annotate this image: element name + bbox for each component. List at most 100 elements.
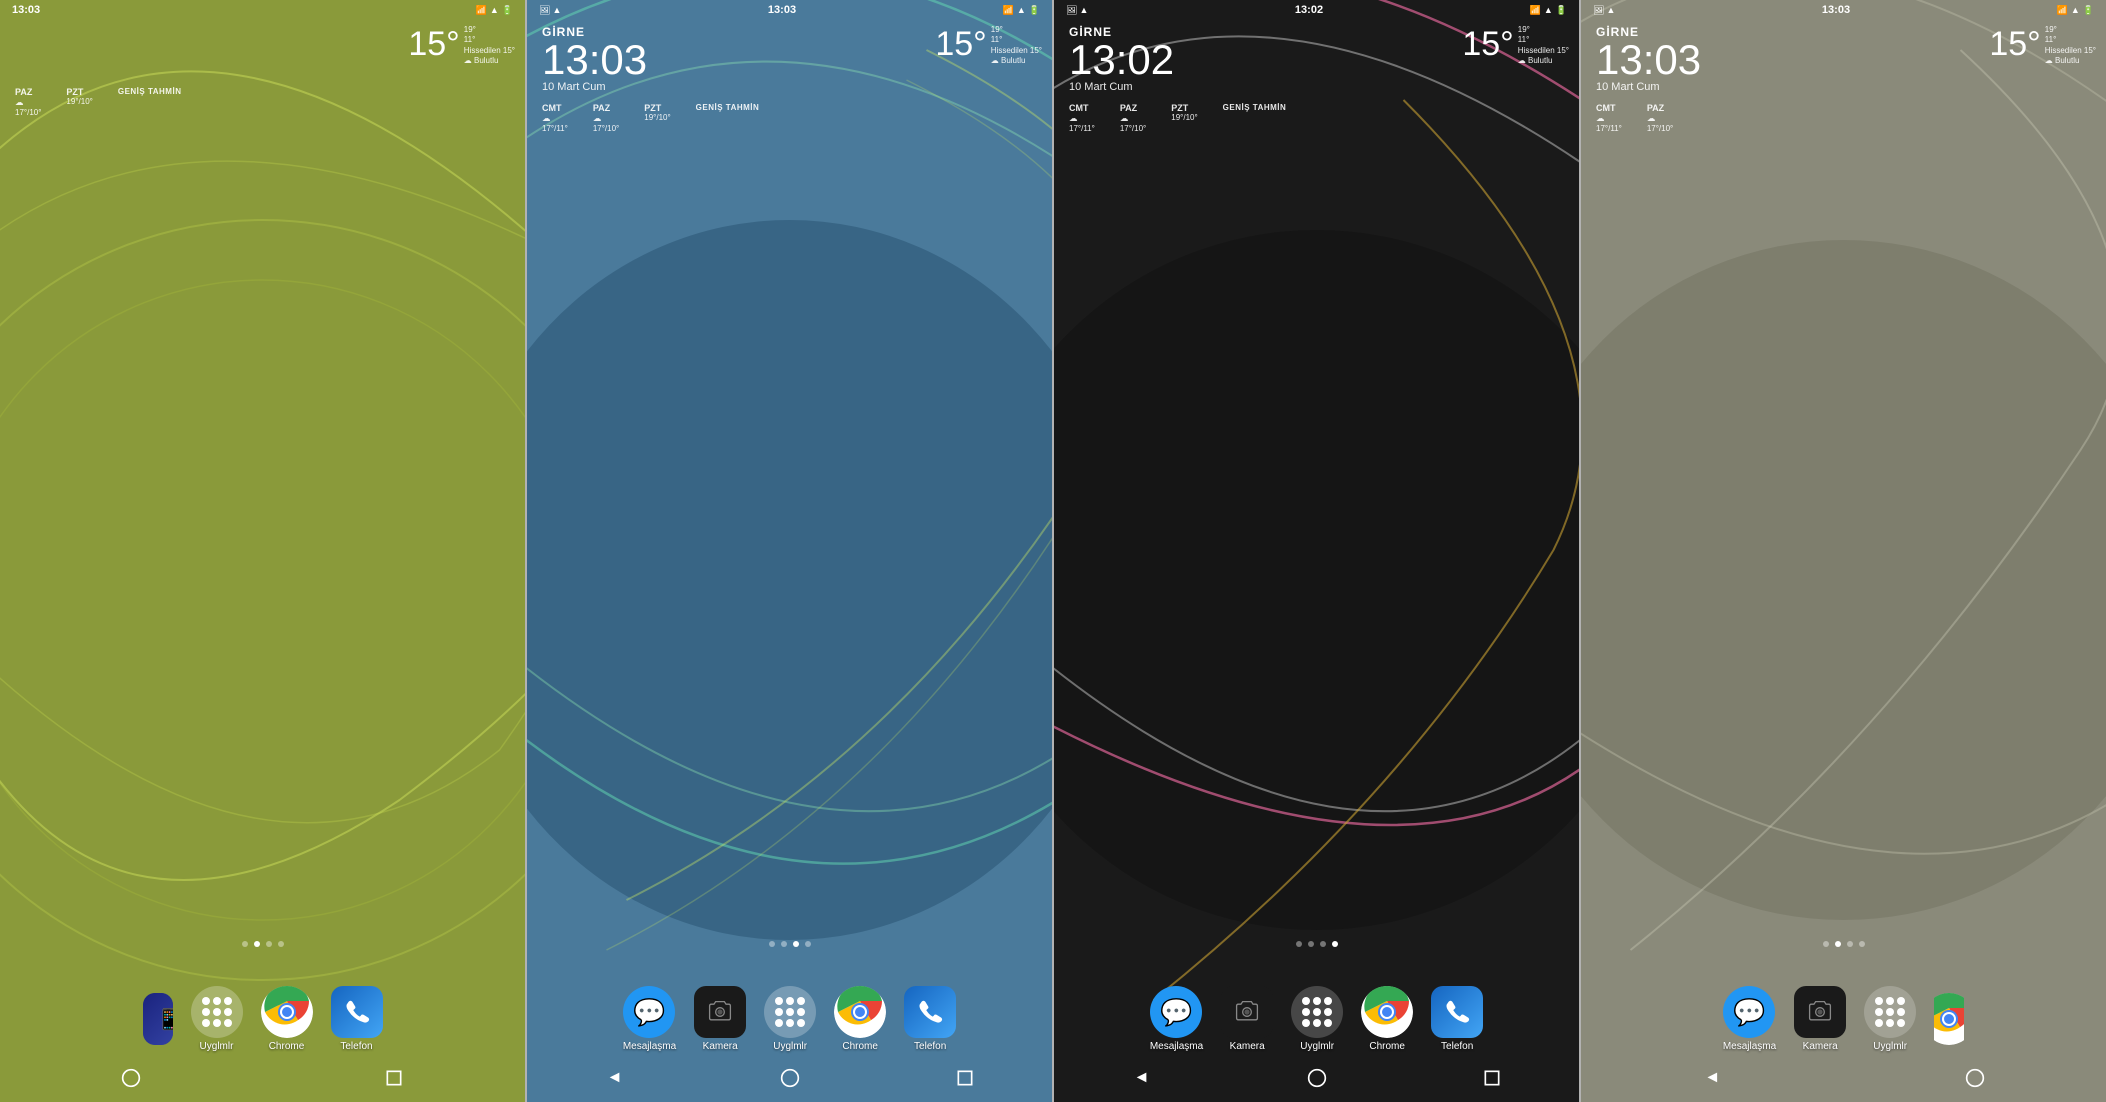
app-icon-mesaj-2[interactable]: 💬 Mesajlaşma [623,986,676,1052]
temp-big-4: 15° [1989,25,2040,64]
clock-2: 13:03 [542,39,647,81]
nav-home-2[interactable] [770,1058,810,1098]
nav-bar-2: ◄ [527,1054,1052,1102]
status-bar-2: 🖼 ▲ 13:03 📶 ▲ 🔋 [527,0,1052,20]
app-icon-uygulama-3[interactable]: Uyglmlr [1291,986,1343,1052]
app-dock-4: 💬 Mesajlaşma Kamera [1581,986,2106,1052]
status-icons-2: 📶 ▲ 🔋 [1003,5,1040,16]
uygulama-label-2: Uyglmlr [773,1041,807,1052]
app-icon-uygulama-1[interactable]: Uyglmlr [191,986,243,1052]
dot-4-3 [1847,941,1853,947]
phone-screen-1: 13:03 📶 ▲ 🔋 15° 19° 11° Hissedilen 15° ☁… [0,0,525,1102]
nav-home-4[interactable] [1955,1058,1995,1098]
telefon-label-3: Telefon [1441,1041,1473,1052]
genis-tahmin-1[interactable]: GENİŞ TAHMİN [118,87,182,117]
app-icon-telefon-2[interactable]: Telefon [904,986,956,1052]
app-dock-3: 💬 Mesajlaşma Kamera [1054,986,1579,1052]
dot-3-4 [1332,941,1338,947]
mesaj-label-4: Mesajlaşma [1723,1041,1776,1052]
nav-back-2[interactable]: ◄ [595,1058,635,1098]
page-indicators-4 [1823,941,1865,947]
nav-bar-4: ◄ [1581,1054,2106,1102]
app-icon-mesaj-4[interactable]: 💬 Mesajlaşma [1723,986,1776,1052]
dot-3-3 [1320,941,1326,947]
app-dock-1: 📱 Uyglmlr [0,986,525,1052]
chrome-label-3: Chrome [1369,1041,1405,1052]
forecast-item-1a: PAZ ☁ 17°/10° [15,87,41,117]
chrome-svg-2 [834,986,886,1038]
app-icon-telefon-1[interactable]: Telefon [331,986,383,1052]
page-indicators-2 [769,941,811,947]
nav-recents-1[interactable] [374,1058,414,1098]
forecast-item-4a: CMT ☁ 17°/11° [1596,103,1622,133]
dot-1-2 [254,941,260,947]
nav-back-3[interactable]: ◄ [1122,1058,1162,1098]
dot-4-1 [1823,941,1829,947]
signal-icon-4: ▲ [2071,5,2080,15]
dot-2-3 [793,941,799,947]
chrome-svg-4 [1934,993,1964,1045]
temp-high-3: 19° [1518,25,1569,35]
battery-icon-1: 🔋 [502,5,513,16]
dot-3-1 [1296,941,1302,947]
nav-recents-3[interactable] [1472,1058,1512,1098]
mesaj-label-2: Mesajlaşma [623,1041,676,1052]
battery-icon-4: 🔋 [2083,5,2094,16]
genis-tahmin-2[interactable]: GENİŞ TAHMİN [696,103,760,133]
nav-recents-2[interactable] [945,1058,985,1098]
forecast-item-4b: PAZ ☁ 17°/10° [1647,103,1673,133]
app-icon-kamera-2[interactable]: Kamera [694,986,746,1052]
telefon-label-1: Telefon [340,1041,372,1052]
status-time-2: 13:03 [768,4,796,16]
telefon-svg-1 [343,998,371,1026]
temp-big-1: 15° [408,25,459,64]
status-bar-4: 🖼 ▲ 13:03 📶 ▲ 🔋 [1581,0,2106,20]
dot-4-2 [1835,941,1841,947]
app-icon-partial-1[interactable]: 📱 [143,993,173,1045]
kamera-icon-4 [1794,986,1846,1038]
notif-icons-2: 🖼 ▲ [539,5,561,16]
status-time-3: 13:02 [1295,4,1323,16]
condition-icon-4: ☁ Bulutlu [2045,56,2096,66]
wifi-icon-2: 📶 [1003,5,1014,16]
temp-low-3: 11° [1518,35,1569,45]
app-icon-chrome-2[interactable]: Chrome [834,986,886,1052]
signal-icon-2: ▲ [1017,5,1026,15]
chrome-svg-3 [1361,986,1413,1038]
app-icon-uygulama-4[interactable]: Uyglmlr [1864,986,1916,1052]
app-icon-uygulama-2[interactable]: Uyglmlr [764,986,816,1052]
forecast-item-2b: PAZ ☁ 17°/10° [593,103,619,133]
nav-bar-1 [0,1054,525,1102]
kamera-icon-3 [1221,986,1273,1038]
battery-icon-2: 🔋 [1029,5,1040,16]
forecast-item-3c: PZT 19°/10° [1171,103,1197,133]
genis-tahmin-3[interactable]: GENİŞ TAHMİN [1223,103,1287,133]
forecast-item-3a: CMT ☁ 17°/11° [1069,103,1095,133]
nav-home-3[interactable] [1297,1058,1337,1098]
temp-low-2: 11° [991,35,1042,45]
app-icon-mesaj-3[interactable]: 💬 Mesajlaşma [1150,986,1203,1052]
weather-widget-1: 15° 19° 11° Hissedilen 15° ☁ Bulutlu PAZ… [15,25,515,117]
status-time-4: 13:03 [1822,4,1850,16]
chrome-label-1: Chrome [269,1041,305,1052]
wifi-icon-3: 📶 [1530,5,1541,16]
temp-high-2: 19° [991,25,1042,35]
forecast-item-2c: PZT 19°/10° [644,103,670,133]
app-icon-telefon-3[interactable]: Telefon [1431,986,1483,1052]
app-icon-chrome-1[interactable]: Chrome [261,986,313,1052]
uygulama-icon-2 [764,986,816,1038]
nav-back-4[interactable]: ◄ [1692,1058,1732,1098]
status-icons-1: 📶 ▲ 🔋 [476,5,513,16]
drive-icon-3: ▲ [1079,5,1088,15]
app-icon-kamera-4[interactable]: Kamera [1794,986,1846,1052]
weather-widget-4: GİRNE 13:03 10 Mart Cum 15° 19° 11° Hiss… [1596,25,2096,133]
app-icon-kamera-3[interactable]: Kamera [1221,986,1273,1052]
forecast-item-2a: CMT ☁ 17°/11° [542,103,568,133]
page-indicators-3 [1296,941,1338,947]
forecast-item-3b: PAZ ☁ 17°/10° [1120,103,1146,133]
nav-home-1[interactable] [111,1058,151,1098]
app-icon-chrome-3[interactable]: Chrome [1361,986,1413,1052]
app-icon-chrome-4[interactable] [1934,993,1964,1045]
weather-widget-3: GİRNE 13:02 10 Mart Cum 15° 19° 11° Hiss… [1069,25,1569,133]
dot-1-1 [242,941,248,947]
